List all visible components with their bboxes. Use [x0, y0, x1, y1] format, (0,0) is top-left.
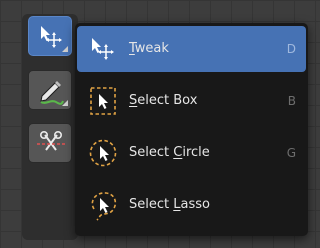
- tool-variants-indicator: [62, 100, 68, 106]
- menu-item-label: Tweak: [129, 41, 169, 56]
- annotate-tool-button[interactable]: [28, 70, 72, 110]
- select-lasso-icon: [91, 192, 117, 221]
- cut-tool-button[interactable]: [28, 123, 72, 163]
- menu-item-label: Select Circle: [129, 145, 210, 160]
- select-circle-icon: [89, 139, 117, 167]
- menu-item-label: Select Box: [129, 93, 198, 108]
- menu-item-select-circle[interactable]: Select Circle G: [77, 130, 306, 176]
- menu-item-shortcut: D: [286, 42, 296, 56]
- tweak-cursor-icon: [92, 38, 114, 60]
- tool-variants-indicator: [62, 46, 68, 52]
- menu-item-tweak[interactable]: Tweak D: [77, 26, 306, 72]
- menu-item-select-box[interactable]: Select Box B: [77, 78, 306, 124]
- scissors-icon: [37, 131, 65, 151]
- menu-item-shortcut: G: [286, 146, 296, 160]
- menu-item-shortcut: B: [287, 94, 296, 108]
- menu-item-select-lasso[interactable]: Select Lasso: [77, 182, 306, 228]
- tool-shelf: [22, 14, 78, 240]
- select-box-icon: [90, 87, 116, 115]
- menu-item-label: Select Lasso: [129, 197, 210, 212]
- tool-popup-menu: Tweak D Select Box B Select Circle G Sel…: [75, 23, 308, 236]
- tweak-tool-button[interactable]: [28, 16, 72, 56]
